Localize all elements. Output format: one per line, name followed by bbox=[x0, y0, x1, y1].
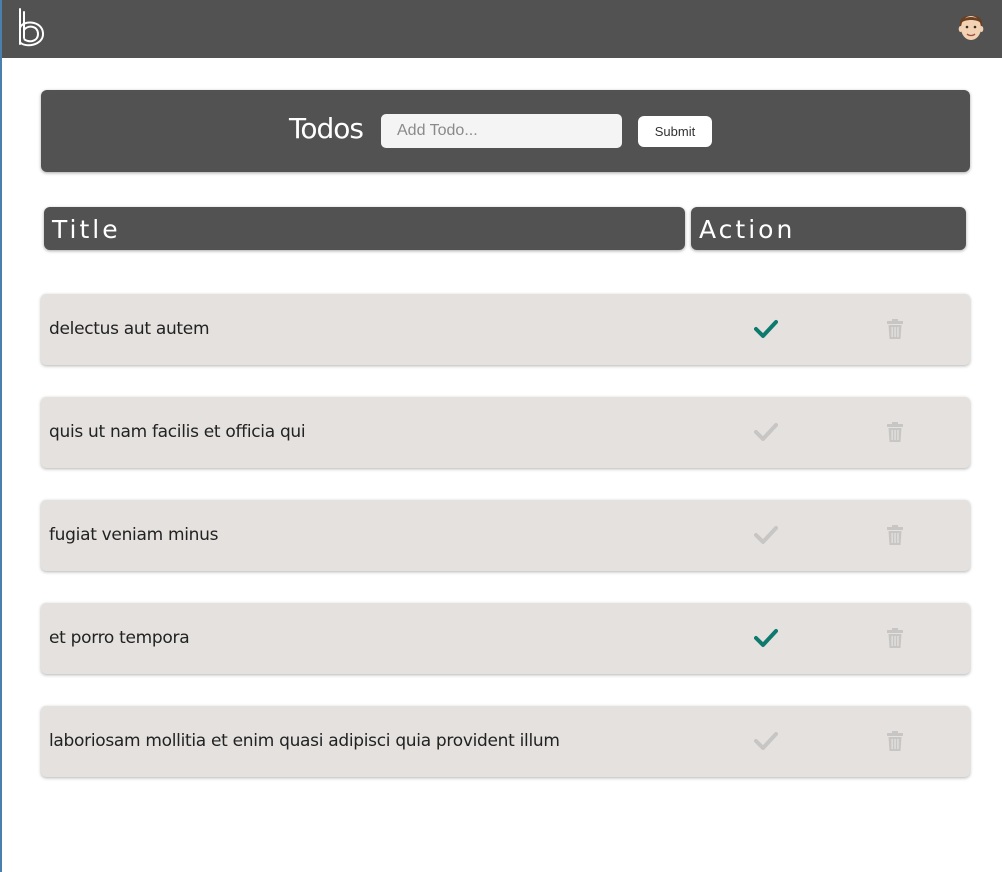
todo-row: laboriosam mollitia et enim quasi adipis… bbox=[41, 706, 970, 777]
todo-row: et porro tempora bbox=[41, 603, 970, 674]
trash-icon[interactable] bbox=[886, 627, 904, 649]
brand-logo-icon[interactable] bbox=[16, 6, 48, 50]
column-header-title: Title bbox=[44, 207, 685, 250]
todo-form-panel: Todos Submit bbox=[41, 90, 970, 172]
app-page: Todos Submit Title Action delectus aut a… bbox=[0, 0, 1002, 872]
top-navbar bbox=[2, 0, 1002, 58]
todo-row: quis ut nam facilis et officia qui bbox=[41, 397, 970, 468]
page-title: Todos bbox=[289, 112, 364, 145]
add-todo-input[interactable] bbox=[381, 114, 622, 148]
todo-title: laboriosam mollitia et enim quasi adipis… bbox=[49, 731, 560, 751]
trash-icon[interactable] bbox=[886, 730, 904, 752]
todo-row: delectus aut autem bbox=[41, 294, 970, 365]
check-icon[interactable] bbox=[754, 421, 778, 443]
todo-row: fugiat veniam minus bbox=[41, 500, 970, 571]
check-icon[interactable] bbox=[754, 318, 778, 340]
todo-title: et porro tempora bbox=[49, 628, 190, 648]
column-header-action: Action bbox=[691, 207, 966, 250]
trash-icon[interactable] bbox=[886, 524, 904, 546]
check-icon[interactable] bbox=[754, 627, 778, 649]
submit-button[interactable]: Submit bbox=[638, 116, 712, 147]
trash-icon[interactable] bbox=[886, 421, 904, 443]
check-icon[interactable] bbox=[754, 730, 778, 752]
user-avatar-icon[interactable] bbox=[956, 9, 986, 43]
trash-icon[interactable] bbox=[886, 318, 904, 340]
check-icon[interactable] bbox=[754, 524, 778, 546]
todo-title: fugiat veniam minus bbox=[49, 525, 219, 545]
todo-list: delectus aut autem quis ut nam facilis et… bbox=[41, 294, 970, 809]
todo-title: delectus aut autem bbox=[49, 319, 210, 339]
todo-title: quis ut nam facilis et officia qui bbox=[49, 422, 306, 442]
